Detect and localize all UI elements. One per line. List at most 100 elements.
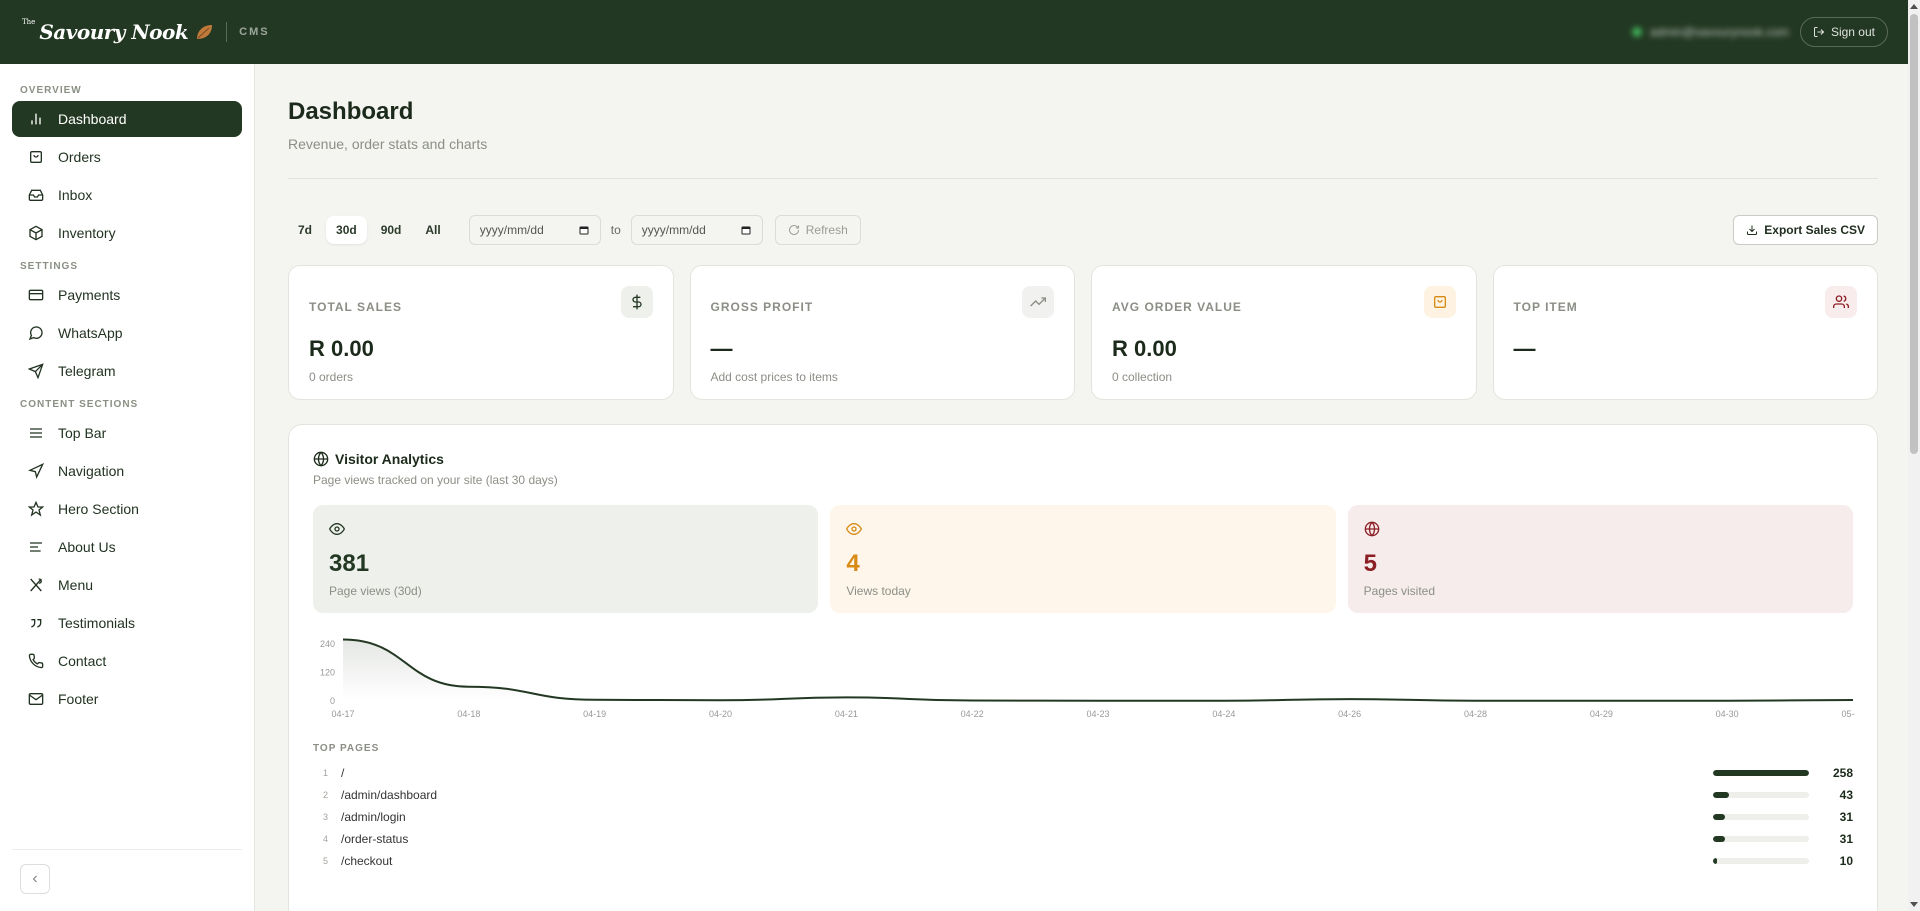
globe-icon xyxy=(1364,521,1379,537)
start-date-placeholder: yyyy/mm/dd xyxy=(479,223,544,237)
sidebar-item-footer[interactable]: Footer xyxy=(12,681,242,717)
stat-card-total-sales: TOTAL SALES R 0.00 0 orders xyxy=(288,265,674,400)
range-all-button[interactable]: All xyxy=(415,216,450,244)
page-scrollbar[interactable] xyxy=(1908,0,1920,911)
sidebar-item-telegram[interactable]: Telegram xyxy=(12,353,242,389)
stat-value: — xyxy=(710,336,733,361)
sidebar-item-label: Orders xyxy=(58,149,101,165)
inbox-icon xyxy=(28,189,44,201)
sidebar-item-payments[interactable]: Payments xyxy=(12,277,242,313)
user-email: admin@savourynook.com xyxy=(1649,25,1789,39)
calendar-icon xyxy=(579,226,589,235)
sidebar-item-label: About Us xyxy=(58,539,116,555)
stat-icon-container xyxy=(1022,286,1054,318)
top-page-bar xyxy=(1713,792,1809,798)
globe-icon xyxy=(313,451,329,467)
x-tick-label: 04-26 xyxy=(1338,709,1361,719)
x-tick-label: 05-02 xyxy=(1841,709,1855,719)
sidebar-item-whatsapp[interactable]: WhatsApp xyxy=(12,315,242,351)
logo-the-text: The xyxy=(22,18,36,26)
scroll-thumb[interactable] xyxy=(1910,14,1918,454)
x-tick-label: 04-19 xyxy=(583,709,606,719)
shopping-bag-icon xyxy=(30,151,42,163)
sidebar-item-inbox[interactable]: Inbox xyxy=(12,177,242,213)
sidebar-item-testimonials[interactable]: Testimonials xyxy=(12,605,242,641)
scroll-down-arrow[interactable] xyxy=(1910,902,1918,907)
y-tick-label: 120 xyxy=(320,667,335,677)
sidebar-item-inventory[interactable]: Inventory xyxy=(12,215,242,251)
top-page-row: 2/admin/dashboard 43 xyxy=(313,784,1853,806)
stat-subtext: Add cost prices to items xyxy=(710,370,838,384)
sidebar-item-top-bar[interactable]: Top Bar xyxy=(12,415,242,451)
eye-icon xyxy=(846,522,863,536)
sidebar-item-label: Navigation xyxy=(58,463,125,479)
range-90d-button[interactable]: 90d xyxy=(371,216,412,244)
section-title-overview: OVERVIEW xyxy=(20,85,82,96)
x-tick-label: 04-29 xyxy=(1590,709,1613,719)
stat-card-gross-profit: GROSS PROFIT — Add cost prices to items xyxy=(689,265,1075,400)
range-7d-button[interactable]: 7d xyxy=(288,216,322,244)
to-label: to xyxy=(610,223,621,237)
sidebar-item-navigation[interactable]: Navigation xyxy=(12,453,242,489)
download-icon xyxy=(1747,225,1758,235)
phone-icon xyxy=(28,653,44,669)
sidebar-item-menu[interactable]: Menu xyxy=(12,567,242,603)
sidebar-item-orders[interactable]: Orders xyxy=(12,139,242,175)
visitor-analytics-panel: Visitor Analytics Page views tracked on … xyxy=(288,424,1878,911)
start-date-input[interactable]: yyyy/mm/dd xyxy=(468,215,601,245)
stat-value: R 0.00 xyxy=(309,336,374,361)
top-page-bar xyxy=(1713,770,1809,776)
top-page-path: /admin/login xyxy=(341,810,406,824)
top-page-row: 1 / 258 xyxy=(313,762,1853,784)
metric-label: Pages visited xyxy=(1363,584,1436,598)
sign-out-button[interactable]: Sign out xyxy=(1799,17,1888,47)
page-subtitle: Revenue, order stats and charts xyxy=(288,136,488,152)
navigation-icon xyxy=(28,463,44,479)
top-page-rank: 2 xyxy=(323,790,329,800)
top-page-bar-fill xyxy=(1713,792,1730,798)
sidebar-item-contact[interactable]: Contact xyxy=(12,643,242,679)
x-tick-label: 04-23 xyxy=(1086,709,1109,719)
utensils-icon xyxy=(30,578,43,592)
sidebar-item-label: WhatsApp xyxy=(58,325,123,341)
export-sales-csv-button[interactable]: Export Sales CSV xyxy=(1733,215,1878,245)
top-page-row: 3/admin/login 31 xyxy=(313,806,1853,828)
send-icon xyxy=(28,363,44,379)
sidebar-item-about-us[interactable]: About Us xyxy=(12,529,242,565)
scroll-up-arrow[interactable] xyxy=(1910,4,1918,9)
x-tick-label: 04-22 xyxy=(961,709,984,719)
x-tick-label: 04-30 xyxy=(1716,709,1739,719)
top-page-path: / xyxy=(341,766,345,780)
users-icon xyxy=(1833,295,1849,308)
end-date-input[interactable]: yyyy/mm/dd xyxy=(630,215,763,245)
collapse-sidebar-button[interactable] xyxy=(20,864,50,894)
sidebar-item-label: Inventory xyxy=(58,225,116,241)
top-page-bar xyxy=(1713,814,1809,820)
sidebar-footer xyxy=(12,849,242,911)
sidebar-item-label: Contact xyxy=(58,653,107,669)
sidebar-item-hero-section[interactable]: Hero Section xyxy=(12,491,242,527)
stat-label: TOTAL SALES xyxy=(309,300,403,314)
mail-icon xyxy=(28,693,44,705)
shopping-bag-icon xyxy=(1433,296,1446,308)
range-30d-button[interactable]: 30d xyxy=(326,216,367,244)
top-page-path: /order-status xyxy=(341,832,409,846)
stat-icon-container xyxy=(620,286,653,318)
top-page-path: /checkout xyxy=(341,854,393,868)
leaf-icon xyxy=(197,25,213,39)
top-page-count: 258 xyxy=(1833,766,1854,780)
sidebar-item-dashboard[interactable]: Dashboard xyxy=(12,101,242,137)
refresh-button[interactable]: Refresh xyxy=(774,215,861,245)
dollar-icon xyxy=(631,294,642,310)
top-page-bar xyxy=(1713,858,1809,864)
metric-value: 381 xyxy=(329,550,370,577)
sidebar-item-label: Dashboard xyxy=(58,111,127,127)
y-tick-label: 0 xyxy=(330,696,335,706)
metric-label: Views today xyxy=(846,584,911,598)
brand-logo[interactable]: The Savoury Nook xyxy=(20,18,214,44)
stat-card-top-item: TOP ITEM — xyxy=(1492,265,1878,400)
align-left-icon xyxy=(30,542,42,552)
metric-label: Page views (30d) xyxy=(329,584,422,598)
sidebar-item-label: Telegram xyxy=(58,363,116,379)
stat-icon-container xyxy=(1423,286,1456,318)
